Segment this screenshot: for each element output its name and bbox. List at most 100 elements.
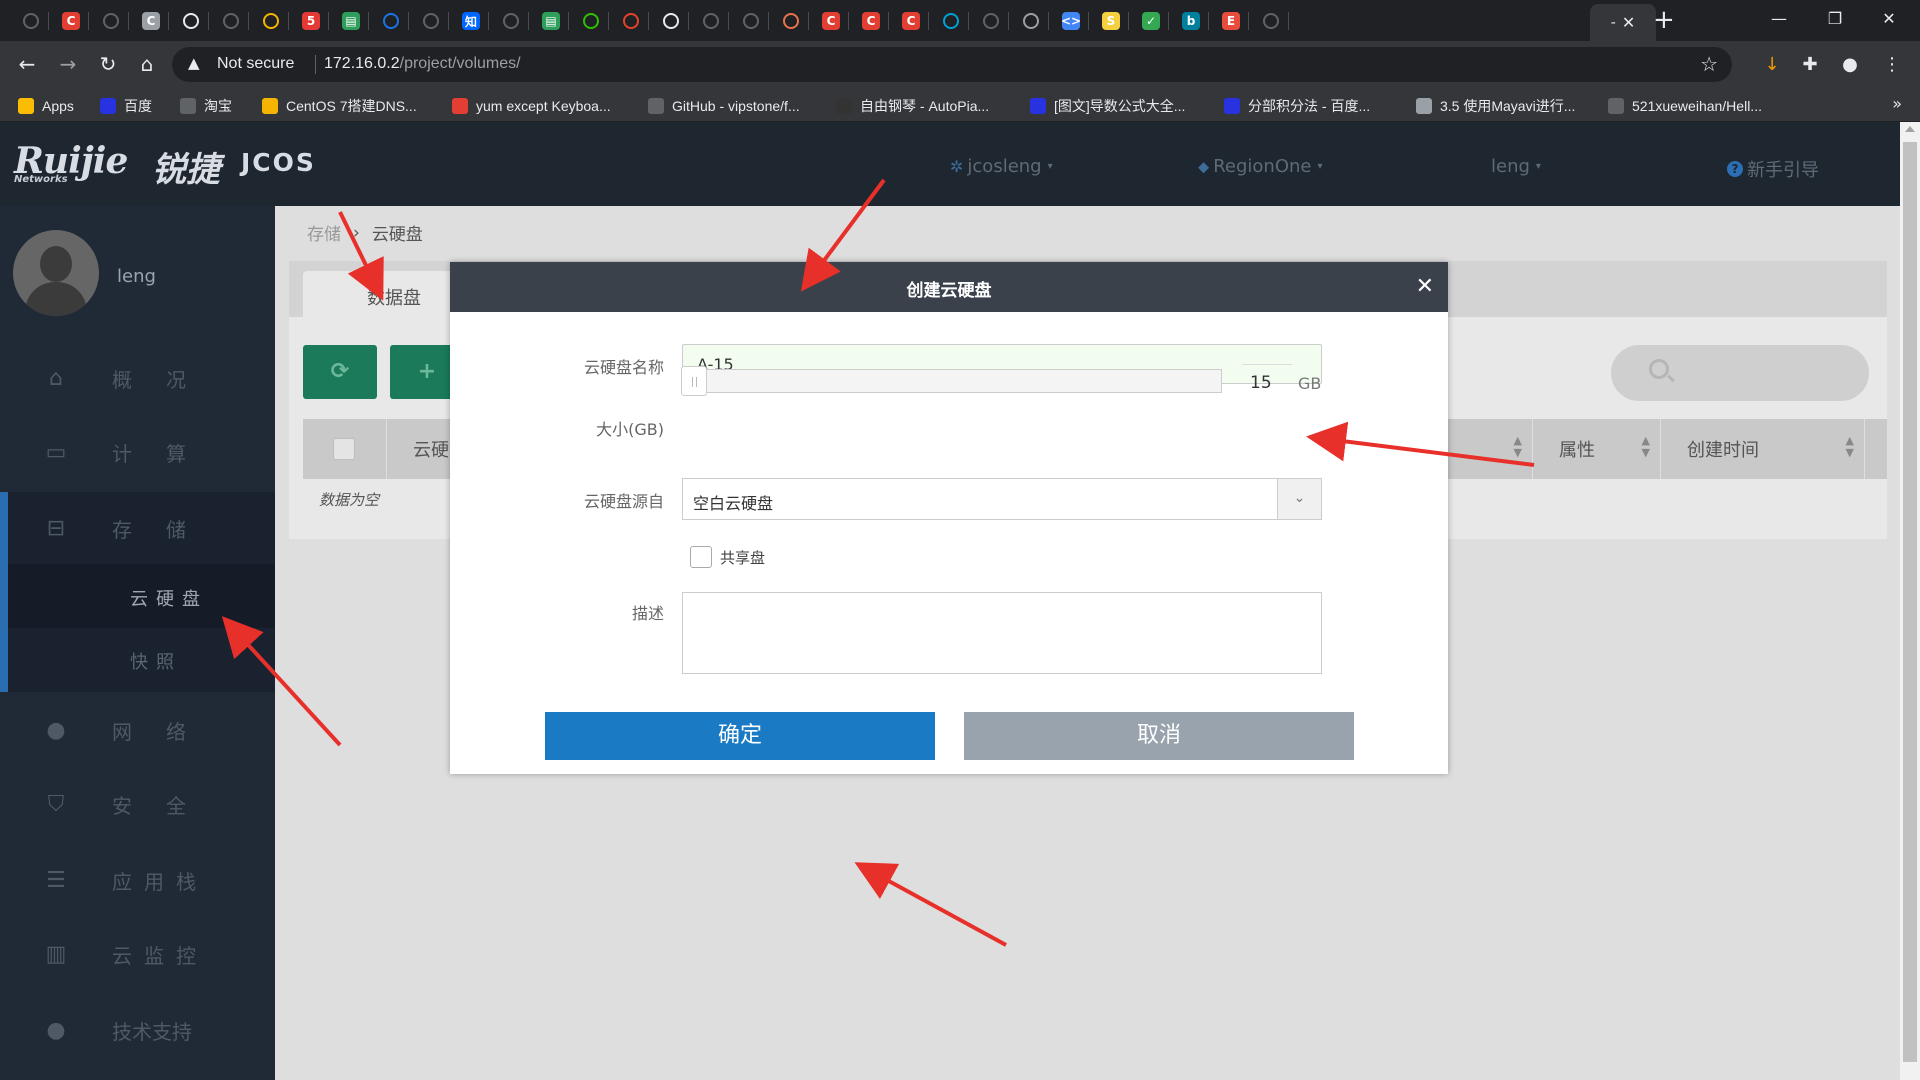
user-menu[interactable]: leng ▾ — [1491, 156, 1541, 177]
sidebar-item-overview[interactable]: ⌂ 概况 — [0, 342, 275, 414]
browser-toolbar: ← → ↻ ⌂ ▲ Not secure 172.16.0.2/project/… — [0, 41, 1920, 88]
bookmark-item[interactable]: 分部积分法 - 百度... — [1224, 95, 1370, 117]
bookmark-item[interactable]: GitHub - vipstone/f... — [648, 95, 800, 117]
five-icon: 5 — [302, 12, 320, 30]
home-icon[interactable]: ⌂ — [134, 51, 160, 77]
close-icon[interactable]: ✕ — [1416, 274, 1434, 299]
location-pin-icon: ⬥ — [1198, 156, 1210, 176]
breadcrumb-parent[interactable]: 存储 — [307, 220, 341, 245]
sidebar-subitem-volumes[interactable]: 云硬盘 — [0, 564, 275, 628]
sidebar-item-network[interactable]: ● 网络 — [0, 694, 275, 766]
sidebar-item-label: 概况 — [112, 367, 220, 392]
avatar-head — [40, 246, 72, 282]
extensions-puzzle-icon[interactable]: ✚ — [1798, 53, 1822, 77]
shared-disk-option[interactable]: 共享盘 — [690, 546, 765, 568]
bookmark-item[interactable]: CentOS 7搭建DNS... — [262, 95, 417, 117]
globe-icon: ● — [46, 717, 66, 743]
browser-tab-active[interactable]: - ✕ — [1590, 4, 1656, 41]
security-label[interactable]: Not secure — [217, 55, 294, 73]
bookmark-item[interactable]: 淘宝 — [180, 95, 232, 117]
monitor-icon: ▭ — [45, 439, 67, 465]
bing-icon: b — [1182, 12, 1200, 30]
refresh-icon: ⟳ — [330, 359, 350, 384]
refresh-button[interactable]: ⟳ — [303, 345, 377, 399]
empty-table-note: 数据为空 — [319, 491, 380, 509]
search-input[interactable] — [1611, 345, 1869, 401]
column-header-label: 创建时间 — [1687, 440, 1759, 461]
warning-icon[interactable]: ▲ — [188, 54, 200, 72]
close-tab-icon[interactable]: ✕ — [1622, 13, 1635, 32]
forward-icon[interactable]: → — [55, 51, 81, 77]
check-icon: ✓ — [1142, 12, 1160, 30]
sidebar-item-compute[interactable]: ▭ 计算 — [0, 416, 275, 488]
new-tab-icon[interactable]: + — [1653, 6, 1675, 34]
bookmark-item[interactable]: yum except Keyboa... — [452, 95, 611, 117]
volume-source-value: 空白云硬盘 — [693, 494, 774, 513]
bookmark-label: 自由钢琴 - AutoPia... — [860, 98, 990, 114]
profile-icon[interactable]: ● — [1838, 53, 1862, 77]
s-yellow-icon: S — [1102, 12, 1120, 30]
project-selector[interactable]: ✲ jcosleng ▾ — [950, 156, 1053, 177]
chevron-down-icon[interactable]: ⌄ — [1277, 479, 1321, 519]
restore-icon[interactable]: ❐ — [1812, 4, 1858, 34]
menu-kebab-icon[interactable]: ⋮ — [1880, 53, 1904, 77]
sidebar-item-stack[interactable]: ☰ 应用栈 — [0, 844, 275, 916]
bookmark-item[interactable]: 3.5 使用Mayavi进行... — [1416, 95, 1575, 117]
active-tab-title: - — [1610, 14, 1616, 31]
back-icon[interactable]: ← — [14, 51, 40, 77]
scrollbar-thumb[interactable] — [1903, 142, 1917, 1062]
bookmark-star-icon[interactable]: ☆ — [1700, 52, 1718, 76]
logo-product: JCOS — [241, 148, 316, 177]
bookmark-item[interactable]: 自由钢琴 - AutoPia... — [836, 95, 989, 117]
bookmark-item[interactable]: [图文]导数公式大全... — [1030, 95, 1185, 117]
scroll-up-icon[interactable] — [1905, 126, 1915, 132]
sidebar-subitem-snapshots[interactable]: 快照 — [0, 628, 275, 692]
puzzle-icon — [183, 13, 199, 29]
cancel-button[interactable]: 取消 — [964, 712, 1354, 760]
page-scrollbar[interactable] — [1900, 122, 1920, 1080]
fox-icon — [783, 13, 799, 29]
bookmark-item[interactable]: 百度 — [100, 95, 152, 117]
region-selector[interactable]: ⬥ RegionOne ▾ — [1198, 156, 1323, 177]
panda-icon — [663, 13, 679, 29]
logo-sub: Networks — [14, 174, 68, 185]
help-guide-link[interactable]: ? 新手引导 — [1727, 156, 1819, 182]
size-slider-handle[interactable] — [681, 366, 707, 396]
chevron-down-icon: ▾ — [1047, 161, 1053, 172]
volume-source-select[interactable]: 空白云硬盘 ⌄ — [682, 478, 1322, 520]
reload-icon[interactable]: ↻ — [95, 51, 121, 77]
extension-icon[interactable]: ↓ — [1760, 53, 1784, 77]
shared-disk-checkbox[interactable] — [690, 546, 712, 568]
sidebar-item-support[interactable]: ● 技术支持 — [0, 994, 275, 1066]
size-slider[interactable] — [681, 366, 1222, 396]
github-icon — [703, 13, 719, 29]
bookmarks-overflow-icon[interactable]: » — [1892, 94, 1902, 113]
column-header-attributes[interactable]: 属性 ▲ ▼ — [1533, 419, 1661, 479]
address-bar[interactable]: ▲ Not secure 172.16.0.2/project/volumes/… — [172, 47, 1732, 82]
sidebar-item-label: 网络 — [112, 719, 220, 744]
bookmark-item[interactable]: Apps — [18, 95, 74, 117]
sidebar-item-monitor[interactable]: ▥ 云监控 — [0, 918, 275, 990]
chevron-down-icon: ▾ — [1317, 161, 1323, 172]
globe-icon — [23, 13, 39, 29]
column-header-label: 属性 — [1559, 440, 1595, 461]
select-all-checkbox[interactable] — [333, 438, 355, 460]
search-icon — [1649, 359, 1669, 379]
bookmark-item[interactable]: 521xueweihan/Hell... — [1608, 95, 1762, 117]
project-icon: ✲ — [950, 157, 964, 176]
close-window-icon[interactable]: ✕ — [1866, 4, 1912, 34]
tab-separator — [1288, 12, 1289, 30]
description-textarea[interactable] — [682, 592, 1322, 674]
help-icon: ? — [1727, 161, 1743, 177]
url-text[interactable]: 172.16.0.2/project/volumes/ — [324, 55, 521, 73]
baidu-icon — [1030, 98, 1046, 114]
sidebar-item-security[interactable]: ⛉ 安全 — [0, 768, 275, 840]
column-header-created[interactable]: 创建时间 ▲ ▼ — [1661, 419, 1865, 479]
sidebar-item-storage[interactable]: ⊟ 存储 — [0, 492, 275, 564]
confirm-button[interactable]: 确定 — [545, 712, 935, 760]
csdn-icon — [452, 98, 468, 114]
volume-source-label: 云硬盘源自 — [583, 492, 664, 511]
tab-data-disk[interactable]: 数据盘 — [303, 271, 463, 317]
minimize-icon[interactable]: — — [1756, 4, 1802, 34]
size-input[interactable]: 15 — [1242, 364, 1292, 398]
